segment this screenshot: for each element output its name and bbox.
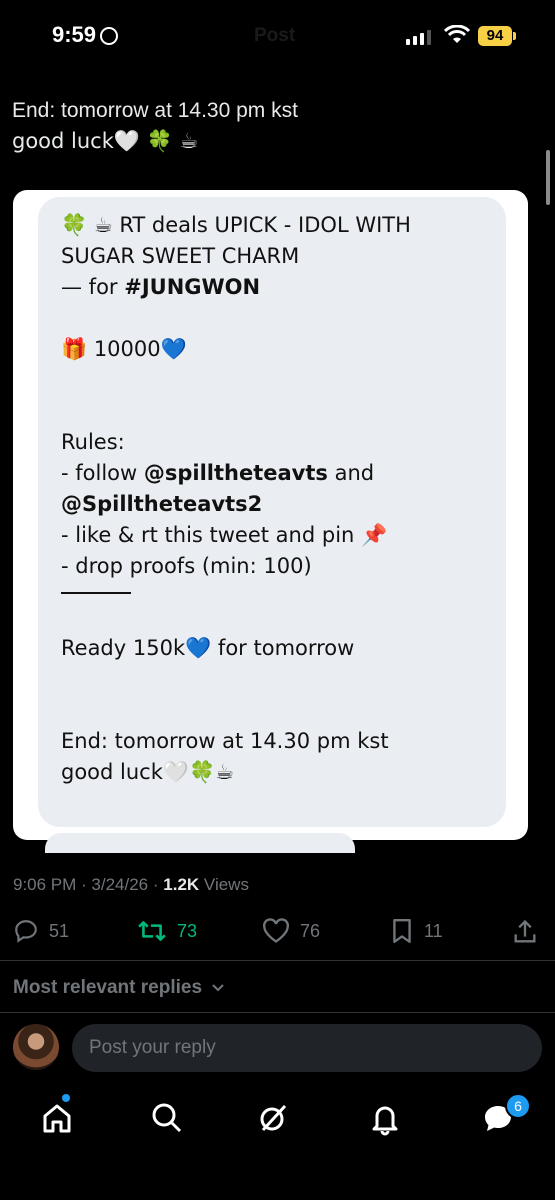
ready-line: Ready 150k💙 for tomorrow xyxy=(61,636,355,660)
chevron-down-icon xyxy=(212,984,225,992)
end-line: End: tomorrow at 14.30 pm kst xyxy=(61,729,389,753)
face-icon xyxy=(100,27,119,46)
message-text: 🍀 ☕ RT deals UPICK - IDOL WITH SUGAR SWE… xyxy=(61,210,501,788)
bell-icon[interactable] xyxy=(365,1098,405,1138)
views-count: 1.2K xyxy=(163,875,200,894)
tweet-actions: 51 73 76 11 xyxy=(13,918,543,950)
message-line: SUGAR SWEET CHARM xyxy=(61,244,300,268)
avatar[interactable] xyxy=(13,1024,59,1070)
status-time: 9:59 xyxy=(52,22,119,48)
repost-count: 73 xyxy=(177,920,198,941)
rule-line: - like & rt this tweet and pin 📌 xyxy=(61,523,388,547)
tweet-text: End: tomorrow at 14.30 pm kst good luck🤍… xyxy=(12,95,532,157)
share-button[interactable] xyxy=(511,918,539,946)
like-button[interactable]: 76 xyxy=(262,918,320,944)
rule-line: - drop proofs (min: 100) xyxy=(61,554,312,578)
wifi-icon xyxy=(444,25,470,43)
end-line: good luck🤍🍀☕ xyxy=(61,760,235,784)
grok-icon[interactable] xyxy=(253,1098,293,1138)
tweet-line: good luck🤍 🍀 ☕ xyxy=(12,129,199,153)
notification-dot xyxy=(62,1094,70,1102)
home-icon[interactable] xyxy=(37,1098,77,1138)
search-icon[interactable] xyxy=(147,1098,187,1138)
rule-line: - follow @spilltheteavts and xyxy=(61,461,375,485)
share-icon xyxy=(514,919,536,943)
divider xyxy=(0,1012,555,1013)
message-line: 🍀 ☕ RT deals UPICK - IDOL WITH xyxy=(61,213,411,237)
battery-cap xyxy=(513,32,516,40)
rules-title: Rules: xyxy=(61,430,125,454)
heart-icon xyxy=(263,918,289,943)
reply-button[interactable]: 51 xyxy=(13,918,69,944)
cellular-signal-icon xyxy=(406,30,431,45)
divider xyxy=(0,960,555,961)
replies-sort-dropdown[interactable]: Most relevant replies xyxy=(13,977,225,999)
reply-input[interactable]: Post your reply xyxy=(72,1024,542,1072)
reply-count: 51 xyxy=(49,920,70,941)
like-count: 76 xyxy=(300,920,321,941)
scrollbar[interactable] xyxy=(546,150,550,205)
tweet-meta: 9:06 PM · 3/24/26 · 1.2K Views xyxy=(13,875,249,894)
bookmark-icon xyxy=(393,918,411,944)
hashtag: #JUNGWON xyxy=(124,275,261,299)
separator-line xyxy=(61,592,131,594)
message-line: — for #JUNGWON xyxy=(61,275,261,299)
gift-line: 🎁 10000💙 xyxy=(61,337,187,361)
messages-badge: 6 xyxy=(505,1093,531,1119)
rule-line: @Spilltheteavts2 xyxy=(61,492,263,516)
battery-indicator: 94 xyxy=(478,26,512,46)
bookmark-button[interactable]: 11 xyxy=(390,918,443,944)
repost-icon xyxy=(138,921,166,941)
page-title: Post xyxy=(254,25,296,46)
bookmark-count: 11 xyxy=(424,920,443,941)
repost-button[interactable]: 73 xyxy=(137,918,197,944)
tweet-line: End: tomorrow at 14.30 pm kst xyxy=(12,99,298,122)
message-bubble-next xyxy=(45,833,355,853)
reply-icon xyxy=(15,920,37,943)
